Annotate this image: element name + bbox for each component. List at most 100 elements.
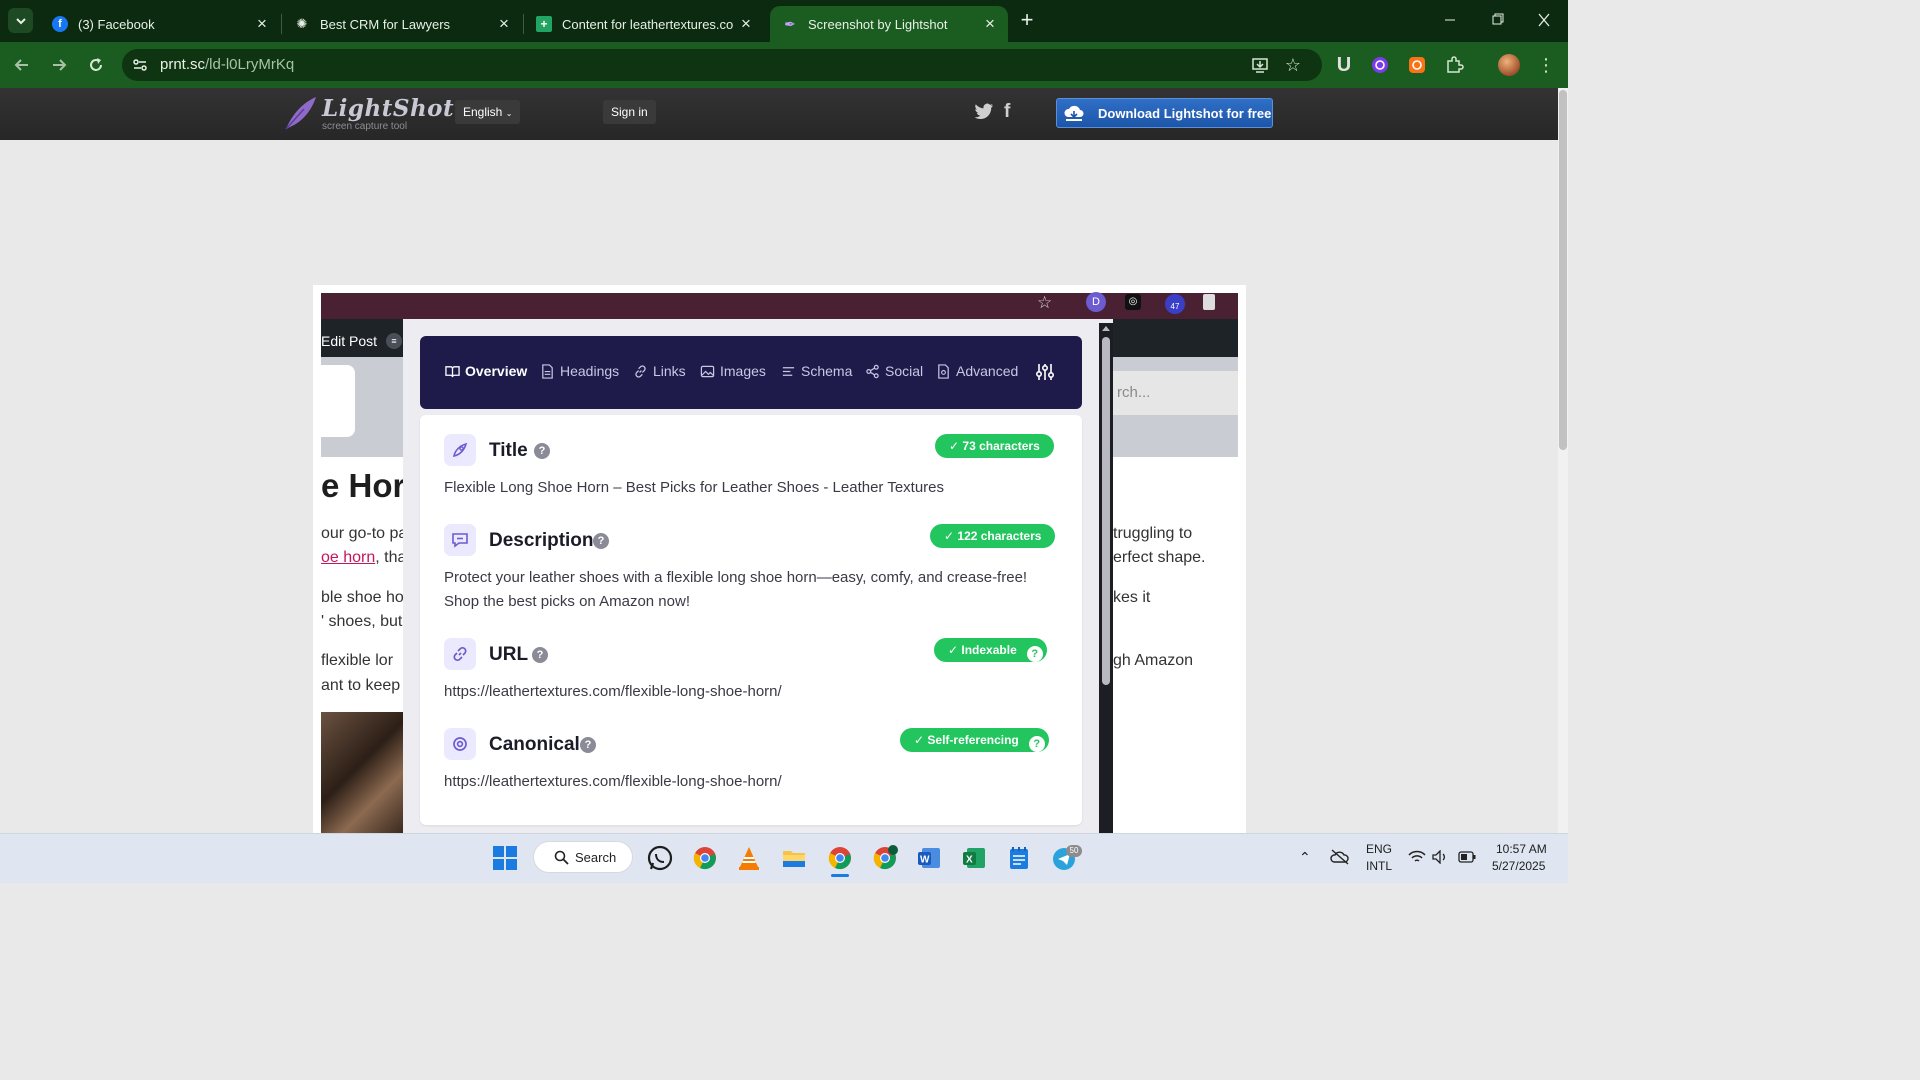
svg-text:W: W xyxy=(920,855,930,866)
badge-label: ✓ Indexable xyxy=(948,643,1017,657)
twitter-icon[interactable] xyxy=(974,103,994,121)
help-icon[interactable]: ? xyxy=(1026,646,1043,662)
extensions-puzzle-icon[interactable] xyxy=(1442,53,1466,77)
indexable-badge[interactable]: ✓ Indexable? xyxy=(934,638,1047,662)
help-icon[interactable]: ? xyxy=(580,737,596,753)
taskbar-search[interactable]: Search xyxy=(533,841,633,873)
battery-icon[interactable] xyxy=(1458,851,1476,863)
excel-icon[interactable]: X xyxy=(960,844,988,872)
document-search-icon xyxy=(938,363,949,379)
close-window-icon[interactable] xyxy=(1534,12,1554,28)
help-icon[interactable]: ? xyxy=(593,533,609,549)
file-explorer-icon[interactable] xyxy=(780,844,808,872)
body-text-fragment: truggling to xyxy=(1113,525,1193,542)
tab-lightshot[interactable]: ✒ Screenshot by Lightshot × xyxy=(770,6,1008,42)
extension-chat-icon[interactable] xyxy=(1368,53,1392,77)
facebook-share-icon[interactable]: f xyxy=(1004,101,1016,122)
volume-icon[interactable] xyxy=(1432,850,1448,864)
install-app-icon[interactable] xyxy=(1248,53,1272,77)
tab-headings[interactable]: Headings xyxy=(540,363,619,379)
chrome-active-icon[interactable] xyxy=(826,844,854,872)
lightshot-feather-logo-icon[interactable] xyxy=(282,95,318,131)
share-icon xyxy=(866,364,879,378)
new-tab-button[interactable]: + xyxy=(1016,9,1038,31)
url-text[interactable]: prnt.sc/ld-l0LryMrKq xyxy=(160,56,294,74)
menu-kebab-icon[interactable]: ⋮ xyxy=(1534,53,1558,77)
language-eng[interactable]: ENG xyxy=(1366,842,1392,856)
canonical-heading: Canonical xyxy=(489,734,580,755)
scroll-up-arrow-icon[interactable] xyxy=(1101,324,1111,332)
settings-sliders-icon[interactable] xyxy=(1035,362,1055,382)
vlc-icon[interactable] xyxy=(735,844,763,872)
tab-overview[interactable]: Overview xyxy=(445,363,527,379)
chrome-c-profile-icon[interactable] xyxy=(871,844,899,872)
tab-images[interactable]: Images xyxy=(700,363,766,379)
url-host: prnt.sc xyxy=(160,56,206,73)
tab-schema[interactable]: Schema xyxy=(781,363,852,379)
tab-links[interactable]: Links xyxy=(633,363,686,379)
active-app-indicator xyxy=(831,874,849,877)
description-length-badge: ✓ 122 characters xyxy=(930,524,1056,548)
lightshot-feather-icon: ✒ xyxy=(784,15,796,32)
extension-orange-icon[interactable] xyxy=(1405,53,1429,77)
clock-time[interactable]: 10:57 AM xyxy=(1496,842,1547,856)
reload-icon[interactable] xyxy=(84,53,108,77)
panel-scrollbar-thumb[interactable] xyxy=(1102,337,1110,685)
help-icon[interactable]: ? xyxy=(532,647,548,663)
close-tab-icon[interactable]: × xyxy=(734,14,758,34)
post-image-fragment xyxy=(321,712,403,833)
description-heading: Description xyxy=(489,530,594,551)
address-bar[interactable] xyxy=(122,49,1322,81)
link-icon xyxy=(635,364,646,378)
whatsapp-icon[interactable] xyxy=(646,844,674,872)
page-scrollbar-thumb[interactable] xyxy=(1559,90,1567,450)
forward-icon[interactable] xyxy=(47,53,71,77)
rocket-icon xyxy=(444,434,476,466)
tab-title: (3) Facebook xyxy=(78,16,155,32)
minimize-icon[interactable] xyxy=(1440,12,1460,28)
profile-avatar[interactable] xyxy=(1498,54,1520,76)
title-heading: Title xyxy=(489,440,528,461)
windows-start-icon[interactable] xyxy=(491,844,519,872)
svg-text:X: X xyxy=(966,855,973,866)
tab-best-crm[interactable]: ✺ Best CRM for Lawyers × xyxy=(282,6,522,42)
tab-social[interactable]: Social xyxy=(865,363,923,379)
restore-icon[interactable] xyxy=(1487,12,1507,28)
bookmark-star-icon[interactable]: ☆ xyxy=(1281,53,1305,77)
close-tab-icon[interactable]: × xyxy=(250,14,274,34)
show-hidden-icons-chevron-icon[interactable]: ⌃ xyxy=(1299,849,1311,866)
captured-profile-avatar: D xyxy=(1086,292,1106,312)
description-value: Protect your leather shoes with a flexib… xyxy=(444,569,1028,610)
body-text-fragment: ' shoes, but xyxy=(321,613,403,630)
notepad-icon[interactable] xyxy=(1005,844,1033,872)
body-text-fragment: erfect shape. xyxy=(1113,549,1206,566)
tab-search-button[interactable] xyxy=(8,8,33,33)
language-select[interactable]: English ⌄ xyxy=(455,100,521,124)
language-label: English xyxy=(463,105,503,119)
close-tab-icon[interactable]: × xyxy=(978,14,1002,34)
clock-date[interactable]: 5/27/2025 xyxy=(1492,859,1545,873)
tab-facebook[interactable]: f (3) Facebook × xyxy=(40,6,280,42)
help-icon[interactable]: ? xyxy=(1028,736,1045,752)
chrome-profile-icon[interactable] xyxy=(691,844,719,872)
chevron-down-icon: ⌄ xyxy=(505,109,513,118)
wifi-icon[interactable] xyxy=(1408,850,1426,864)
tab-content-sheet[interactable]: + Content for leathertextures.com × xyxy=(524,6,764,42)
close-tab-icon[interactable]: × xyxy=(492,14,516,34)
language-intl[interactable]: INTL xyxy=(1366,859,1392,873)
download-label: Download Lightshot for free xyxy=(1098,106,1272,121)
site-info-icon[interactable] xyxy=(131,56,149,74)
back-icon[interactable] xyxy=(10,53,34,77)
url-value: https://leathertextures.com/flexible-lon… xyxy=(444,683,782,700)
lightshot-logo-text[interactable]: LightShot xyxy=(322,95,454,122)
help-icon[interactable]: ? xyxy=(534,443,550,459)
tab-advanced[interactable]: Advanced xyxy=(936,363,1018,379)
self-referencing-badge[interactable]: ✓ Self-referencing? xyxy=(900,728,1049,752)
edit-post-label: Edit Post xyxy=(321,333,378,349)
onedrive-offline-icon[interactable] xyxy=(1330,849,1350,865)
download-lightshot-button[interactable]: Download Lightshot for free xyxy=(1056,98,1273,128)
extension-u-icon[interactable]: U xyxy=(1332,53,1356,77)
sign-in-button[interactable]: Sign in xyxy=(603,100,656,124)
tab-label: Links xyxy=(653,363,686,379)
word-icon[interactable]: W xyxy=(915,844,943,872)
